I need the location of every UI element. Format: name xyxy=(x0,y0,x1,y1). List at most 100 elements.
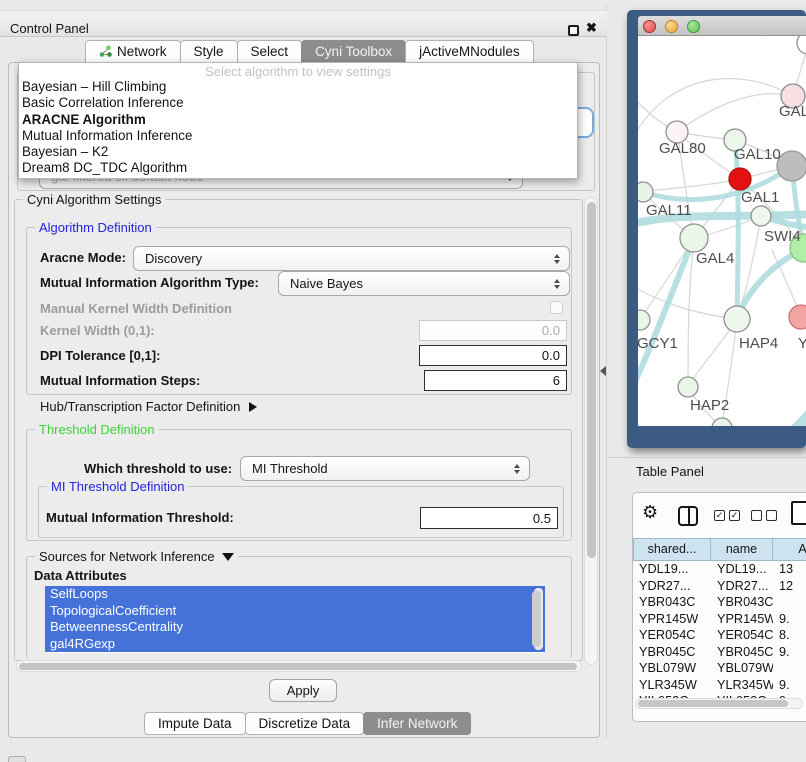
network-canvas[interactable]: GALGAL80GAL10GAL1GAL11SWI4GAL4GCY1HAP4YH… xyxy=(638,36,806,426)
collapse-down-icon xyxy=(222,553,234,561)
table-row[interactable]: YBR043CYBR043C xyxy=(633,594,806,611)
table-panel-title: Table Panel xyxy=(636,464,704,479)
tab-impute-data[interactable]: Impute Data xyxy=(144,712,246,735)
control-panel-window: Control Panel ✖ NetworkStyleSelect Cyni T… xyxy=(0,5,607,738)
scrollbar-thumb[interactable] xyxy=(638,700,788,707)
table-cell xyxy=(773,660,806,677)
network-edge[interactable] xyxy=(735,140,738,319)
table-header-row: shared...nameA xyxy=(633,538,806,561)
tab-jactivemnodules[interactable]: jActiveMNodules xyxy=(405,40,534,63)
network-node[interactable] xyxy=(777,151,806,181)
attribute-item-betweennesscentrality[interactable]: BetweennessCentrality xyxy=(45,619,545,636)
mi-threshold-label: Mutual Information Threshold: xyxy=(46,510,234,525)
node-label-gal1: GAL1 xyxy=(741,189,779,206)
tab-infer-network[interactable]: Infer Network xyxy=(363,712,471,735)
aracne-mode-value: Discovery xyxy=(145,251,202,266)
table-cell: YBL079W xyxy=(711,660,773,677)
attribute-item-selfloops[interactable]: SelfLoops xyxy=(45,586,545,603)
network-node-gal4[interactable] xyxy=(680,224,708,252)
algorithm-option-bayesian-hill-climbing[interactable]: Bayesian – Hill Climbing xyxy=(19,79,577,95)
mac-zoom-button[interactable] xyxy=(687,20,700,33)
gear-icon[interactable]: ⚙ xyxy=(642,502,658,523)
table-row[interactable]: YDL19...YDL19...13 xyxy=(633,561,806,578)
algorithm-option-basic-correlation-inference[interactable]: Basic Correlation Inference xyxy=(19,95,577,111)
settings-horizontal-scrollbar[interactable] xyxy=(16,660,582,672)
apply-button[interactable]: Apply xyxy=(269,679,337,702)
network-node-y[interactable] xyxy=(789,305,806,329)
dpi-tolerance-field[interactable]: 0.0 xyxy=(419,345,567,366)
network-node-hap2[interactable] xyxy=(678,377,698,397)
data-attributes-list[interactable]: SelfLoopsTopologicalCoefficientBetweenne… xyxy=(45,586,545,653)
scrollbar-thumb[interactable] xyxy=(19,663,577,670)
table-row[interactable]: YBL079WYBL079W xyxy=(633,660,806,677)
which-threshold-combo[interactable]: MI Threshold xyxy=(240,456,530,481)
control-panel-titlebar[interactable]: Control Panel ✖ xyxy=(0,10,607,37)
tab-select[interactable]: Select xyxy=(237,40,303,63)
hub-definition-toggle[interactable]: Hub/Transcription Factor Definition xyxy=(40,399,257,414)
table-cell xyxy=(773,594,806,611)
hidden-panel-button[interactable] xyxy=(8,756,26,762)
table-row[interactable]: YLR345WYLR345W9. xyxy=(633,677,806,694)
dropdown-item-list: Bayesian – Hill ClimbingBasic Correlatio… xyxy=(19,79,577,177)
mac-minimize-button[interactable] xyxy=(665,20,678,33)
threshold-definition-title: Threshold Definition xyxy=(35,422,159,437)
columns-icon[interactable] xyxy=(678,506,698,526)
attribute-item-gal4rgexp[interactable]: gal4RGexp xyxy=(45,636,545,653)
network-node[interactable] xyxy=(712,418,732,426)
network-edge[interactable] xyxy=(762,406,806,426)
algorithm-option-mutual-information-inference[interactable]: Mutual Information Inference xyxy=(19,128,577,144)
node-label-gal10: GAL10 xyxy=(734,146,781,163)
list-scrollbar[interactable] xyxy=(534,588,543,650)
network-node-swi4[interactable] xyxy=(751,206,771,226)
algorithm-option-dream8-dc-tdc-algorithm[interactable]: Dream8 DC_TDC Algorithm xyxy=(19,160,577,176)
splitpane-collapse-icon[interactable] xyxy=(600,366,606,376)
table-cell: 9. xyxy=(773,611,806,628)
column-header-shared-[interactable]: shared... xyxy=(633,538,711,561)
table-row[interactable]: YBR045CYBR045C9. xyxy=(633,644,806,661)
algorithm-option-bayesian-k2[interactable]: Bayesian – K2 xyxy=(19,144,577,160)
network-edge[interactable] xyxy=(638,78,793,140)
kernel-width-field[interactable]: 0.0 xyxy=(419,320,567,341)
tab-style[interactable]: Style xyxy=(180,40,238,63)
algorithm-option-aracne-algorithm[interactable]: ARACNE Algorithm xyxy=(19,112,577,128)
tab-label: Cyni Toolbox xyxy=(315,41,392,62)
combo-arrows-icon xyxy=(514,464,520,474)
network-window-titlebar[interactable] xyxy=(638,16,806,36)
combo-arrows-icon xyxy=(554,254,560,264)
deselect-all-columns-icon[interactable] xyxy=(751,510,777,521)
tab-network[interactable]: Network xyxy=(85,40,181,63)
attribute-item-topologicalcoefficient[interactable]: TopologicalCoefficient xyxy=(45,603,545,620)
table-row[interactable]: YDR27...YDR27...12 xyxy=(633,578,806,595)
network-node-gal1[interactable] xyxy=(729,168,751,190)
column-header-name[interactable]: name xyxy=(710,538,773,561)
mi-algorithm-type-combo[interactable]: Naive Bayes xyxy=(278,271,570,296)
network-node-gcy1[interactable] xyxy=(638,310,650,330)
table-row[interactable]: YPR145WYPR145W9. xyxy=(633,611,806,628)
mi-threshold-field[interactable]: 0.5 xyxy=(420,507,558,529)
network-node-gal11[interactable] xyxy=(638,182,653,202)
settings-vertical-scrollbar[interactable] xyxy=(584,197,598,665)
sources-group-title[interactable]: Sources for Network Inference xyxy=(35,549,238,564)
mi-steps-value: 6 xyxy=(553,373,560,388)
network-node[interactable] xyxy=(797,36,806,54)
close-icon[interactable]: ✖ xyxy=(586,20,597,36)
network-edge[interactable] xyxy=(688,238,694,387)
document-icon[interactable] xyxy=(791,501,806,525)
table-row[interactable]: YER054CYER054C8. xyxy=(633,627,806,644)
network-edge[interactable] xyxy=(643,179,740,192)
mac-close-button[interactable] xyxy=(643,20,656,33)
select-all-columns-icon[interactable]: ✓ ✓ xyxy=(714,510,740,521)
column-header-a[interactable]: A xyxy=(772,538,806,561)
checkbox-unchecked-icon xyxy=(751,510,762,521)
tab-cyni-toolbox[interactable]: Cyni Toolbox xyxy=(301,40,406,63)
network-node-hap4[interactable] xyxy=(724,306,750,332)
mi-steps-field[interactable]: 6 xyxy=(424,370,567,391)
scrollbar-thumb[interactable] xyxy=(587,202,596,558)
manual-kernel-width-checkbox[interactable] xyxy=(550,301,563,314)
hub-definition-label: Hub/Transcription Factor Definition xyxy=(40,399,240,414)
network-edge[interactable] xyxy=(677,94,793,132)
float-icon[interactable] xyxy=(568,25,579,36)
network-edge[interactable] xyxy=(638,286,737,319)
tab-discretize-data[interactable]: Discretize Data xyxy=(245,712,365,735)
aracne-mode-combo[interactable]: Discovery xyxy=(133,246,570,271)
